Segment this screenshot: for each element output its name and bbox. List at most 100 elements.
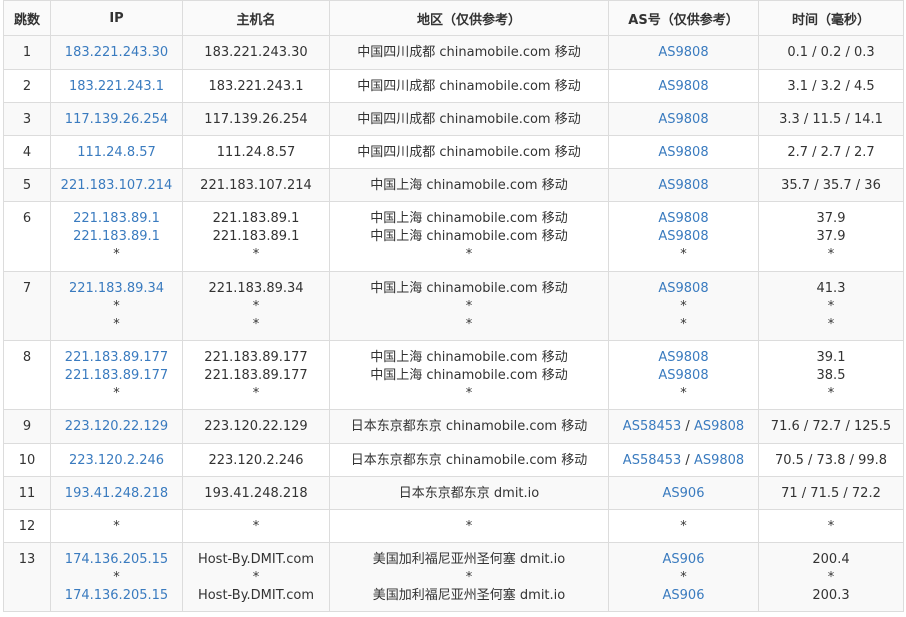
as-cell: AS9808 AS9808 *: [608, 340, 759, 410]
table-row: 12 * * * * *: [3, 509, 904, 543]
region-text: 日本东京都东京 chinamobile.com 移动: [350, 419, 588, 434]
table-row: 3 117.139.26.254 117.139.26.254 中国四川成都 chin…: [3, 102, 904, 136]
hostname-text: 223.120.22.129: [204, 419, 308, 434]
hostname-text: *: [252, 519, 260, 534]
as-link[interactable]: AS9808: [658, 79, 708, 94]
hostname-cell: 221.183.89.1 221.183.89.1 *: [182, 201, 330, 272]
as-unknown: *: [680, 386, 687, 401]
as-link[interactable]: AS9808: [658, 112, 708, 127]
time-text: 200.3: [812, 588, 850, 603]
region-cell: 中国上海 chinamobile.com 移动 * *: [329, 271, 609, 341]
time-text: 37.9: [816, 229, 846, 244]
ip-link[interactable]: 221.183.89.177: [51, 367, 182, 385]
as-cell: AS906 * AS906: [608, 542, 759, 612]
region-cell: 中国四川成都 chinamobile.com 移动: [329, 35, 609, 70]
as-link[interactable]: AS9808: [658, 45, 708, 60]
time-text: *: [827, 299, 835, 314]
as-line: *: [609, 316, 758, 334]
time-cell: 70.5 / 73.8 / 99.8: [758, 443, 904, 477]
hop-number: 11: [3, 476, 51, 510]
region-text: 中国上海 chinamobile.com 移动: [370, 281, 568, 296]
time-text: 0.1 / 0.2 / 0.3: [787, 45, 875, 60]
ip-link[interactable]: 117.139.26.254: [51, 111, 182, 129]
hostname-text: *: [252, 570, 260, 585]
region-cell: 中国上海 chinamobile.com 移动 中国上海 chinamobile.…: [329, 201, 609, 272]
ip-link[interactable]: 111.24.8.57: [51, 144, 182, 162]
time-text: 3.3 / 11.5 / 14.1: [779, 112, 883, 127]
as-link[interactable]: AS906: [663, 486, 705, 501]
as-cell: AS9808: [608, 102, 759, 136]
ip-link[interactable]: 221.183.89.1: [51, 228, 182, 246]
ip-link[interactable]: 221.183.89.177: [51, 349, 182, 367]
as-link[interactable]: AS9808: [694, 453, 744, 468]
as-link[interactable]: AS9808: [658, 281, 708, 296]
region-text: 中国上海 chinamobile.com 移动: [370, 368, 568, 383]
table-header-row: 跳数 IP 主机名 地区（仅供参考） AS号（仅供参考） 时间（毫秒）: [3, 0, 904, 36]
table-row: 7 221.183.89.34 * * 221.183.89.34 * * 中国上海 chin…: [3, 271, 904, 341]
hop-number: 12: [3, 509, 51, 543]
as-line: AS9808: [609, 280, 758, 298]
ip-link[interactable]: 223.120.2.246: [51, 452, 182, 470]
as-link[interactable]: AS58453: [623, 419, 682, 434]
time-cell: 3.3 / 11.5 / 14.1: [758, 102, 904, 136]
ip-link[interactable]: 174.136.205.15: [51, 551, 182, 569]
hop-number: 13: [3, 542, 51, 612]
as-link[interactable]: AS9808: [658, 145, 708, 160]
hop-number: 9: [3, 409, 51, 444]
as-link[interactable]: AS9808: [658, 211, 708, 226]
hostname-text: 221.183.89.1: [212, 229, 300, 244]
as-line: AS9808: [609, 78, 758, 96]
ip-cell: 221.183.89.34 * *: [50, 271, 183, 341]
hop-number: 4: [3, 135, 51, 169]
as-link[interactable]: AS9808: [658, 350, 708, 365]
region-text: *: [465, 519, 473, 534]
region-text: 中国上海 chinamobile.com 移动: [370, 229, 568, 244]
ip-link[interactable]: 193.41.248.218: [51, 485, 182, 503]
region-cell: 中国上海 chinamobile.com 移动: [329, 168, 609, 202]
hostname-text: 117.139.26.254: [204, 112, 308, 127]
as-cell: AS9808: [608, 168, 759, 202]
as-cell: AS58453 / AS9808: [608, 409, 759, 444]
hostname-cell: Host-By.DMIT.com * Host-By.DMIT.com: [182, 542, 330, 612]
ip-link[interactable]: 221.183.89.1: [51, 210, 182, 228]
hostname-text: *: [252, 299, 260, 314]
as-link[interactable]: AS58453: [623, 453, 682, 468]
time-cell: 0.1 / 0.2 / 0.3: [758, 35, 904, 70]
region-text: 日本东京都东京 chinamobile.com 移动: [350, 453, 588, 468]
traceroute-table: 跳数 IP 主机名 地区（仅供参考） AS号（仅供参考） 时间（毫秒） 1 183…: [3, 0, 904, 612]
hop-number: 5: [3, 168, 51, 202]
as-link[interactable]: AS9808: [658, 368, 708, 383]
as-line: AS906: [609, 485, 758, 503]
hop-number: 1: [3, 35, 51, 70]
as-cell: AS9808: [608, 135, 759, 169]
time-text: 71.6 / 72.7 / 125.5: [770, 419, 892, 434]
region-text: 中国四川成都 chinamobile.com 移动: [357, 112, 581, 127]
time-cell: 35.7 / 35.7 / 36: [758, 168, 904, 202]
as-separator: /: [681, 419, 694, 434]
region-cell: 日本东京都东京 chinamobile.com 移动: [329, 443, 609, 477]
as-link[interactable]: AS906: [663, 552, 705, 567]
as-link[interactable]: AS9808: [658, 229, 708, 244]
ip-link[interactable]: 221.183.107.214: [51, 177, 182, 195]
ip-link[interactable]: 221.183.89.34: [51, 280, 182, 298]
ip-link[interactable]: 174.136.205.15: [51, 587, 182, 605]
ip-link[interactable]: 183.221.243.30: [51, 44, 182, 62]
time-text: 37.9: [816, 211, 846, 226]
as-link[interactable]: AS906: [663, 588, 705, 603]
region-cell: 日本东京都东京 dmit.io: [329, 476, 609, 510]
time-text: *: [827, 386, 835, 401]
hostname-text: 221.183.89.34: [208, 281, 304, 296]
region-cell: *: [329, 509, 609, 543]
as-line: AS9808: [609, 111, 758, 129]
as-link[interactable]: AS9808: [694, 419, 744, 434]
header-as: AS号（仅供参考）: [608, 0, 759, 36]
hostname-text: 221.183.89.1: [212, 211, 300, 226]
as-link[interactable]: AS9808: [658, 178, 708, 193]
ip-unknown: *: [113, 519, 120, 534]
ip-link[interactable]: 223.120.22.129: [51, 418, 182, 436]
time-cell: 37.9 37.9 *: [758, 201, 904, 272]
hostname-cell: 117.139.26.254: [182, 102, 330, 136]
ip-unknown: *: [113, 299, 120, 314]
ip-link[interactable]: 183.221.243.1: [51, 78, 182, 96]
time-cell: 3.1 / 3.2 / 4.5: [758, 69, 904, 103]
